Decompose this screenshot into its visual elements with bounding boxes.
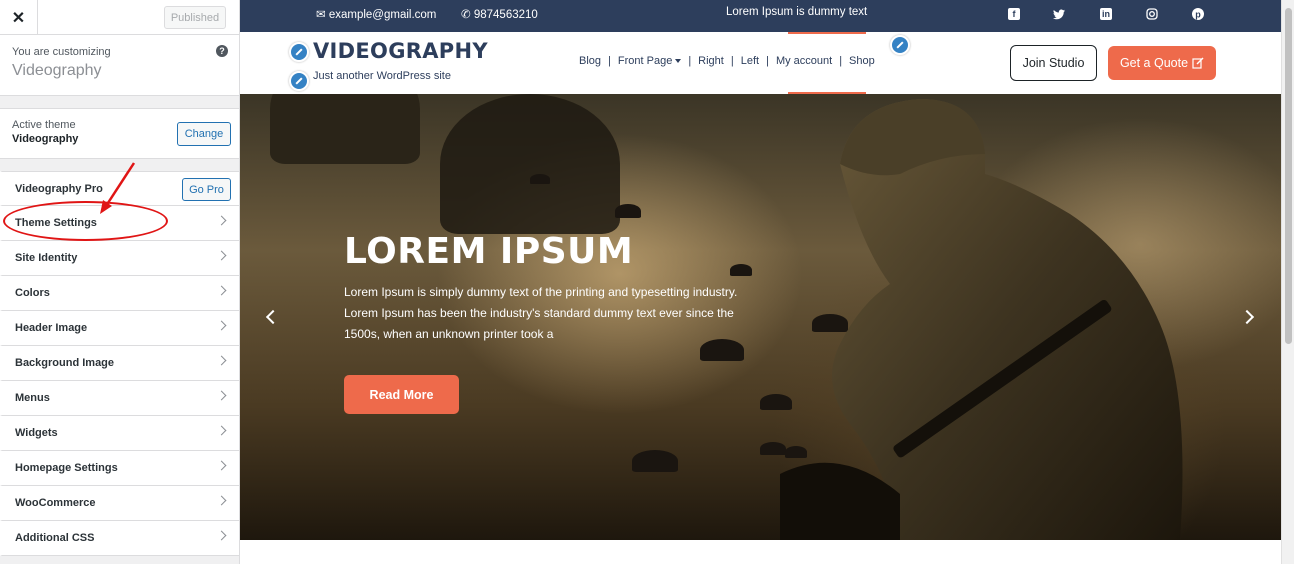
parachute-image [632, 450, 678, 472]
nav-label: Front Page [617, 55, 673, 67]
section-background-image[interactable]: Background Image [0, 346, 239, 381]
chevron-left-icon[interactable] [265, 309, 281, 325]
envelope-icon: ✉ [316, 9, 326, 21]
parachute-image [615, 204, 641, 218]
chevron-right-icon [216, 460, 227, 471]
section-label: Colors [15, 287, 50, 299]
parachute-image [270, 94, 420, 164]
section-colors[interactable]: Colors [0, 276, 239, 311]
help-icon[interactable]: ? [216, 45, 228, 57]
soldier-image [780, 99, 1183, 540]
section-header-image[interactable]: Header Image [0, 311, 239, 346]
section-additional-css[interactable]: Additional CSS [0, 521, 239, 556]
edit-square-icon [1192, 57, 1204, 69]
hero-title: LOREM IPSUM [344, 231, 634, 272]
go-pro-button[interactable]: Go Pro [182, 178, 231, 201]
section-label: Additional CSS [15, 532, 95, 544]
facebook-icon[interactable]: f [1008, 8, 1020, 20]
chevron-right-icon [216, 355, 227, 366]
phone-text: 9874563210 [473, 9, 538, 21]
quote-label: Get a Quote [1119, 56, 1189, 70]
scrollbar-thumb[interactable] [1285, 8, 1292, 344]
topbar-email[interactable]: ✉ example@gmail.com [316, 7, 436, 21]
published-button[interactable]: Published [164, 6, 226, 29]
parachute-image [730, 264, 752, 276]
nav-shop[interactable]: Shop [842, 55, 882, 67]
site-name: Videography [12, 62, 102, 79]
chevron-right-icon [216, 320, 227, 331]
pinterest-icon[interactable]: p [1192, 8, 1204, 20]
chevron-right-icon [216, 215, 227, 226]
edit-pencil-icon[interactable] [289, 42, 309, 62]
active-theme-panel: Active theme Videography Change [0, 108, 239, 159]
section-label: Header Image [15, 322, 88, 334]
site-preview: ✉ example@gmail.com ✆ 9874563210 Lorem I… [240, 0, 1281, 564]
section-label: WooCommerce [15, 497, 96, 509]
pro-label: Videography Pro [15, 182, 103, 195]
instagram-icon[interactable] [1146, 8, 1158, 20]
topbar-phone[interactable]: ✆ 9874563210 [461, 7, 538, 21]
caret-down-icon [675, 59, 682, 64]
section-label: Widgets [15, 427, 58, 439]
customizing-label: You are customizing [12, 46, 111, 58]
chevron-right-icon [216, 250, 227, 261]
topbar-tagline: Lorem Ipsum is dummy text [726, 6, 868, 18]
top-bar: ✉ example@gmail.com ✆ 9874563210 Lorem I… [240, 0, 1281, 32]
nav-blog[interactable]: Blog [572, 55, 608, 67]
edit-pencil-icon[interactable] [289, 71, 309, 91]
section-woocommerce[interactable]: WooCommerce [0, 486, 239, 521]
chevron-right-icon [216, 495, 227, 506]
read-more-button[interactable]: Read More [344, 375, 459, 414]
chevron-right-icon [216, 425, 227, 436]
section-homepage-settings[interactable]: Homepage Settings [0, 451, 239, 486]
section-site-identity[interactable]: Site Identity [0, 241, 239, 276]
sidebar-header: ✕ Published [0, 0, 239, 35]
nav-my-account[interactable]: My account [769, 55, 839, 67]
parachute-image [530, 174, 550, 184]
section-label: Background Image [15, 357, 115, 369]
email-text: example@gmail.com [328, 9, 437, 21]
section-label: Homepage Settings [15, 462, 118, 474]
hero-slider: LOREM IPSUM Lorem Ipsum is simply dummy … [240, 94, 1281, 540]
svg-text:p: p [1195, 10, 1201, 20]
annotation-arrow [100, 162, 136, 214]
change-theme-button[interactable]: Change [177, 122, 231, 146]
chevron-right-icon [216, 530, 227, 541]
customizing-info: You are customizing Videography ? [0, 35, 239, 96]
customizer-sidebar: ✕ Published You are customizing Videogra… [0, 0, 240, 564]
scrollbar[interactable] [1281, 0, 1294, 564]
section-label: Site Identity [15, 252, 78, 264]
nav-left[interactable]: Left [734, 55, 766, 67]
section-widgets[interactable]: Widgets [0, 416, 239, 451]
parachute-image [440, 94, 620, 234]
section-label: Menus [15, 392, 50, 404]
site-header: VIDEOGRAPHY Just another WordPress site … [240, 32, 1281, 94]
close-icon[interactable]: ✕ [0, 0, 38, 35]
site-tagline: Just another WordPress site [313, 70, 451, 82]
chevron-right-icon [216, 390, 227, 401]
edit-pencil-icon[interactable] [890, 35, 910, 55]
join-studio-button[interactable]: Join Studio [1010, 45, 1097, 81]
phone-icon: ✆ [461, 9, 471, 21]
hero-text: Lorem Ipsum is simply dummy text of the … [344, 285, 738, 341]
chevron-right-icon [216, 285, 227, 296]
get-quote-button[interactable]: Get a Quote [1108, 46, 1216, 80]
twitter-icon[interactable] [1053, 8, 1065, 20]
active-nav-indicator [788, 32, 866, 34]
section-menus[interactable]: Menus [0, 381, 239, 416]
nav-right[interactable]: Right [691, 55, 731, 67]
site-title[interactable]: VIDEOGRAPHY [313, 39, 488, 63]
nav-front-page[interactable]: Front Page [611, 55, 688, 67]
main-nav: Blog | Front Page | Right | Left | My accoun… [572, 55, 882, 67]
linkedin-icon[interactable]: in [1100, 8, 1112, 20]
